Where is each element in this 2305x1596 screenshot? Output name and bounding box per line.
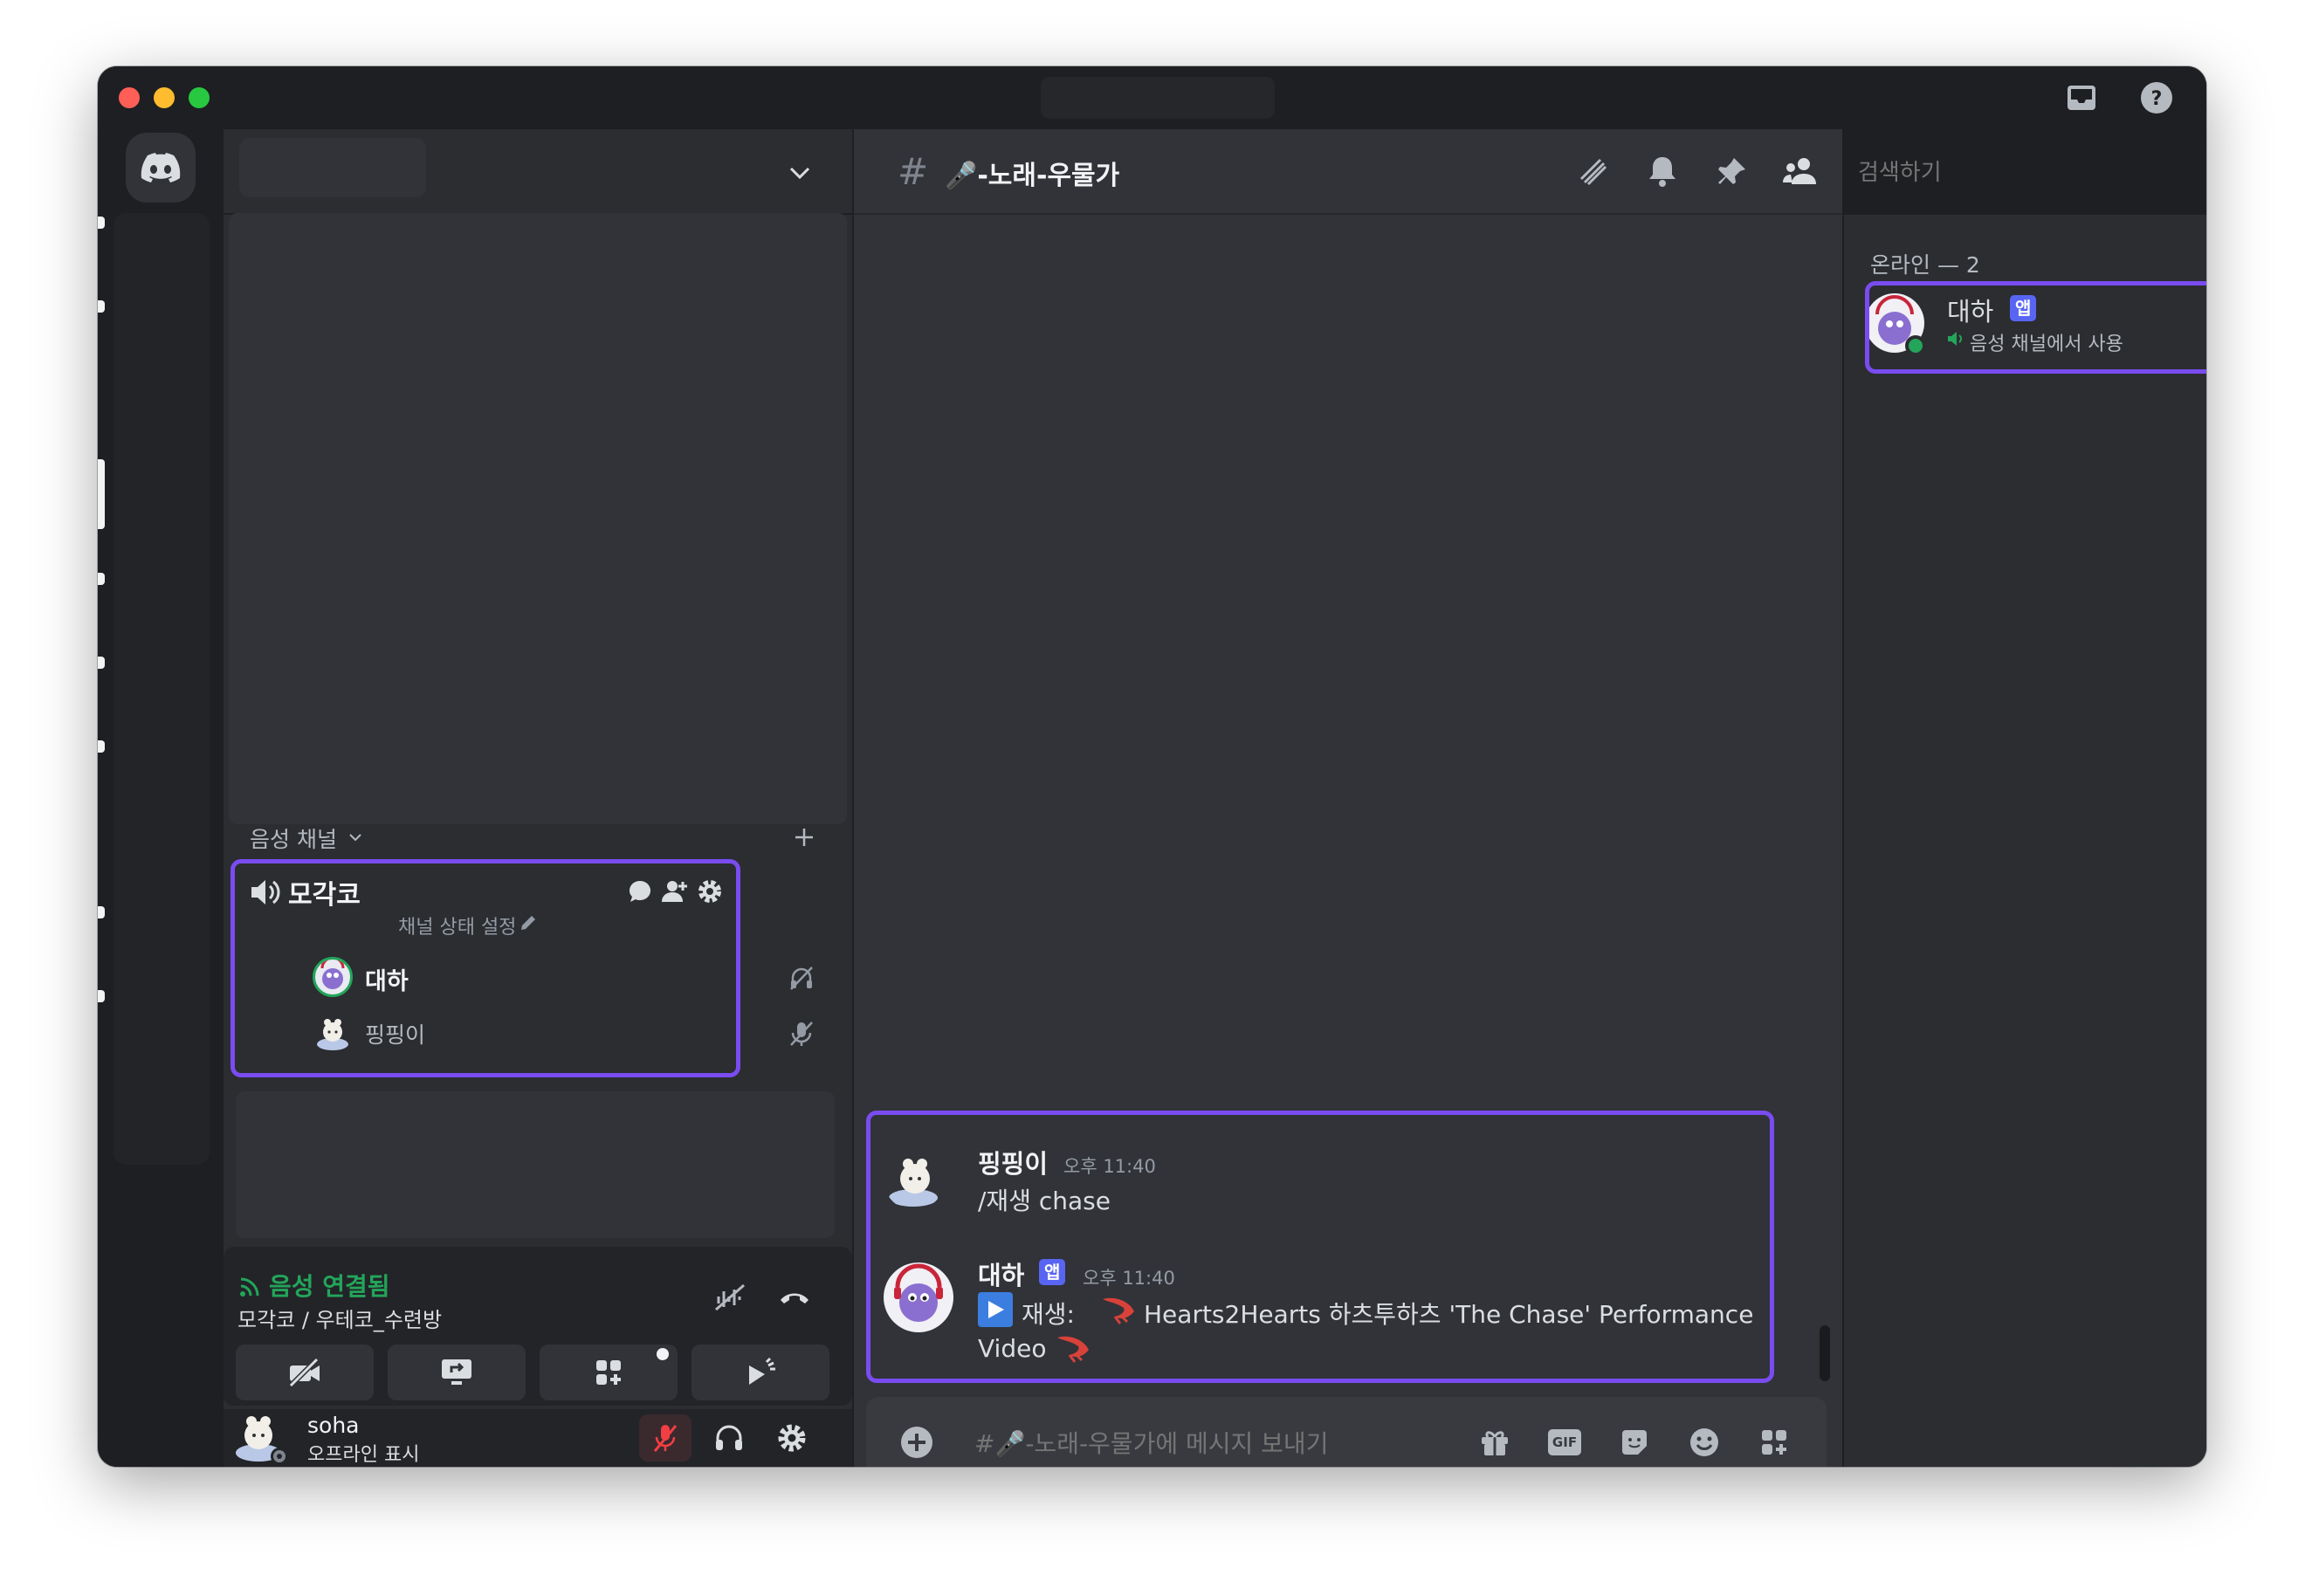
gif-button[interactable]: GIF (1544, 1421, 1586, 1463)
channel-list-placeholder (236, 1091, 835, 1238)
emoji-icon[interactable] (1683, 1421, 1725, 1463)
channel-list-placeholder (229, 213, 847, 824)
avatar[interactable] (232, 1409, 288, 1465)
zoom-window-button[interactable] (189, 87, 210, 108)
user-settings-gear-icon[interactable] (768, 1414, 815, 1462)
channel-title: 🎤-노래-우물가 (945, 161, 1120, 191)
muted-mic-button[interactable] (639, 1414, 692, 1462)
soundboard-button[interactable] (692, 1345, 829, 1400)
message-composer: GIF (866, 1397, 1827, 1467)
message-input[interactable] (973, 1420, 1552, 1467)
server-indicator (98, 990, 105, 1002)
server-indicator (98, 217, 105, 229)
server-indicator (98, 906, 105, 918)
camera-off-button[interactable] (236, 1345, 374, 1400)
discord-home-button[interactable] (126, 133, 196, 203)
screen-share-button[interactable] (388, 1345, 526, 1400)
server-rail (98, 129, 220, 1467)
sticker-icon[interactable] (1614, 1421, 1655, 1463)
activities-button[interactable] (540, 1345, 678, 1400)
signal-icon (237, 1273, 264, 1299)
headphones-icon[interactable] (705, 1414, 753, 1462)
server-indicator (98, 740, 105, 753)
bell-icon[interactable] (1641, 150, 1683, 192)
muted-mic-icon (788, 1020, 815, 1048)
title-bar: ? (98, 66, 2206, 129)
server-list-placeholder (114, 213, 210, 1165)
channel-sidebar: 음성 채널 모각코 채널 상태 설정 대하 핑핑이 음성 연결됨 모각코 / 우… (224, 129, 852, 1467)
chat-area: # 🎤-노래-우물가 핑핑이 오후 11:40 /재생 chase 대하 앱 오… (854, 129, 1842, 1467)
member-highlight (1865, 281, 2206, 374)
server-indicator (98, 573, 105, 585)
member-section-header: 온라인 — 2 (1870, 252, 1980, 278)
close-window-button[interactable] (119, 87, 140, 108)
title-placeholder (1041, 77, 1275, 119)
chat-scrollbar-thumb[interactable] (1820, 1325, 1830, 1381)
deafened-icon (788, 964, 815, 992)
chevron-down-icon[interactable] (347, 829, 363, 845)
search-bar[interactable] (1844, 145, 2206, 199)
server-indicator-active (98, 459, 105, 529)
app-launcher-icon[interactable] (1753, 1421, 1795, 1463)
notification-dot (657, 1348, 669, 1360)
server-header[interactable] (224, 129, 852, 215)
user-status[interactable]: 오프라인 표시 (307, 1439, 419, 1467)
voice-connection-panel: 음성 연결됨 모각코 / 우테코_수련방 (224, 1247, 852, 1406)
voice-channel-highlight (230, 859, 740, 1077)
channel-header: # 🎤-노래-우물가 (854, 129, 1842, 215)
member-list-panel: 온라인 — 2 대하 앱 음성 채널에서 사용 (1844, 215, 2206, 1467)
add-channel-icon[interactable] (791, 824, 817, 850)
server-indicator (98, 657, 105, 669)
voice-connected-location[interactable]: 모각코 / 우테코_수련방 (237, 1303, 442, 1333)
username[interactable]: soha (307, 1413, 360, 1438)
search-input[interactable] (1856, 154, 2206, 192)
threads-icon[interactable] (1572, 150, 1614, 192)
inbox-icon[interactable] (2062, 79, 2101, 117)
add-attachment-icon[interactable] (896, 1421, 938, 1463)
app-window: ? 음성 채널 모각코 채널 상태 설정 대하 핑핑이 음성 연결됨 모각코 /… (98, 66, 2206, 1467)
gif-label: GIF (1547, 1429, 1582, 1455)
voice-connected-status[interactable]: 음성 연결됨 (269, 1268, 390, 1303)
server-indicator (98, 300, 105, 313)
server-name-placeholder (239, 138, 426, 197)
help-icon[interactable]: ? (2137, 79, 2176, 117)
channel-hash-icon: # (898, 150, 929, 193)
noise-suppression-icon[interactable] (711, 1278, 749, 1317)
messages-highlight (866, 1111, 1774, 1383)
pin-icon[interactable] (1711, 150, 1753, 192)
gift-icon[interactable] (1474, 1421, 1516, 1463)
svg-text:?: ? (2151, 88, 2163, 110)
member-list-icon[interactable] (1779, 150, 1821, 192)
minimize-window-button[interactable] (154, 87, 175, 108)
chevron-down-icon[interactable] (782, 155, 817, 190)
user-panel: soha 오프라인 표시 (224, 1409, 852, 1467)
disconnect-icon[interactable] (775, 1278, 814, 1317)
voice-category-label[interactable]: 음성 채널 (250, 822, 337, 854)
offline-status-indicator (271, 1448, 288, 1465)
